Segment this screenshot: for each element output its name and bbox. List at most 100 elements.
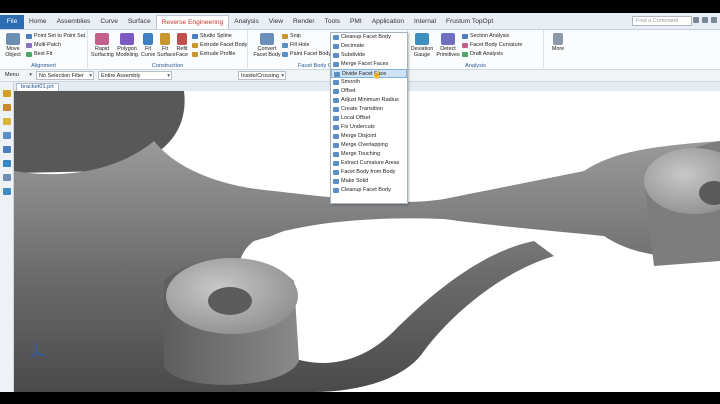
tab-analysis[interactable]: Analysis [229,15,264,29]
analysis-group-label: Analysis [465,63,486,69]
tab-render[interactable]: Render [288,15,320,29]
roles-icon[interactable] [3,188,11,195]
transition-icon [333,107,339,112]
menu-item-merge-touching[interactable]: Merge Touching [331,150,407,159]
draft-analysis-icon [462,51,468,57]
tab-internal[interactable]: Internal [409,15,441,29]
tab-home[interactable]: Home [24,15,52,29]
menu-item-divide-facet-face[interactable]: Divide Facet Face ☝ [331,69,407,79]
studio-spline-button[interactable]: Studio Spline [192,33,232,39]
polygon-modeling-button[interactable]: Polygon Modeling [115,33,139,58]
tab-frustum-topopt[interactable]: Frustum TopOpt [441,15,498,29]
letterbox-bottom [0,392,720,404]
curvature-areas-icon [333,161,339,166]
more-button[interactable]: More [548,33,568,52]
menu-item-cleanup-facet-body-2[interactable]: Cleanup Facet Body [331,186,407,195]
section-analysis-icon [462,33,468,39]
rapid-surfacing-icon [95,33,109,45]
tab-file[interactable]: File [0,15,24,29]
fill-hole-button[interactable]: Fill Hole [282,42,309,48]
menu-item-subdivide[interactable]: Subdivide [331,51,407,60]
best-fit-button[interactable]: Best Fit [26,51,52,57]
multi-patch-icon [26,42,32,48]
menu-item-label: Smooth [341,79,360,85]
hd3d-tools-icon[interactable] [3,146,11,153]
help-icon[interactable] [693,17,699,23]
web-browser-icon[interactable] [3,160,11,167]
refit-face-icon [177,33,187,45]
extrude-profile-button[interactable]: Extrude Profile [192,51,235,57]
move-object-icon [6,33,20,45]
multi-patch-button[interactable]: Multi-Patch [26,42,61,48]
fit-curve-button[interactable]: Fit Curve [141,33,155,58]
menu-item-create-transition[interactable]: Create Transition [331,105,407,114]
convert-facet-body-button[interactable]: Convert Facet Body [252,33,282,58]
merge-touching-icon [333,152,339,157]
tab-pmi[interactable]: PMI [345,15,367,29]
find-command-input[interactable]: Find a Command [632,16,692,26]
facet-body-ops-dropdown: Cleanup Facet Body Decimate Subdivide Me… [330,32,408,204]
lower-left-hole [208,287,252,315]
move-object-button[interactable]: Move Object [2,33,24,58]
menu-item-merge-facet-faces[interactable]: Merge Facet Faces [331,60,407,69]
menu-item-cleanup-facet-body[interactable]: Cleanup Facet Body [331,33,407,42]
merge-overlapping-icon [333,143,339,148]
snip-button[interactable]: Snip [282,33,301,39]
tab-reverse-engineering[interactable]: Reverse Engineering [155,15,230,29]
part-navigator-icon[interactable] [3,118,11,125]
tab-tools[interactable]: Tools [320,15,345,29]
window-controls [693,17,717,23]
refit-face-label: Refit Face [176,46,188,58]
menu-item-decimate[interactable]: Decimate [331,42,407,51]
tab-curve[interactable]: Curve [95,15,123,29]
deviation-gauge-button[interactable]: Deviation Gauge [410,33,434,58]
reuse-library-icon[interactable] [3,132,11,139]
draft-analysis-button[interactable]: Draft Analysis [462,51,503,57]
menu-item-label: Make Solid [341,178,369,184]
fix-undercuts-icon [333,125,339,130]
history-icon[interactable] [3,174,11,181]
menu-item-smooth[interactable]: Smooth [331,78,407,87]
tab-surface[interactable]: Surface [123,15,156,29]
selection-mode-select[interactable]: Inside/Crossing [238,71,286,80]
menu-item-make-solid[interactable]: Make Solid [331,177,407,186]
best-fit-icon [26,51,32,57]
tab-view[interactable]: View [264,15,288,29]
menu-item-extract-curvature-areas[interactable]: Extract Curvature Areas [331,159,407,168]
menu-item-fix-undercuts[interactable]: Fix Undercuts [331,123,407,132]
file-tab-bracket01[interactable]: bracket01.prt [16,83,59,91]
polygon-modeling-icon [120,33,134,45]
close-icon[interactable] [711,17,717,23]
menu-item-facet-body-from-body[interactable]: Facet Body from Body [331,168,407,177]
polygon-modeling-label: Polygon Modeling [116,46,138,58]
decimate-icon [333,44,339,49]
fit-surface-button[interactable]: Fit Surface [157,33,176,58]
facet-body-curvature-button[interactable]: Facet Body Curvature [462,42,522,48]
tab-application[interactable]: Application [367,15,409,29]
menu-item-local-offset[interactable]: Local Offset [331,114,407,123]
minimize-icon[interactable] [702,17,708,23]
menu-item-merge-disjoint[interactable]: Merge Disjoint [331,132,407,141]
group-alignment: Move Object Point Set to Point Set Multi… [0,30,88,70]
selection-filter-select[interactable]: No Selection Filter [36,71,94,80]
extrude-profile-icon [192,51,198,57]
menu-item-merge-overlapping[interactable]: Merge Overlapping [331,141,407,150]
assembly-navigator-icon[interactable] [3,90,11,97]
refit-face-button[interactable]: Refit Face [175,33,189,58]
point-set-button[interactable]: Point Set to Point Set [26,33,85,39]
selection-scope-select[interactable]: Entire Assembly [98,71,172,80]
rapid-surfacing-button[interactable]: Rapid Surfacing [91,33,114,58]
section-analysis-button[interactable]: Section Analysis [462,33,509,39]
detect-primitives-button[interactable]: Detect Primitives [436,33,460,58]
extrude-facet-body-button[interactable]: Extrude Facet Body [192,42,247,48]
paint-facet-body-button[interactable]: Paint Facet Body [282,51,331,57]
menu-item-offset[interactable]: Offset [331,87,407,96]
menu-button[interactable]: Menu [3,71,33,80]
constraint-navigator-icon[interactable] [3,104,11,111]
more-label: More [551,46,565,52]
alignment-group-label: Alignment [31,63,56,69]
paint-facet-body-icon [282,51,288,57]
tab-assemblies[interactable]: Assemblies [52,15,96,29]
menu-item-adjust-minimum-radius[interactable]: Adjust Minimum Radius [331,96,407,105]
more-icon [553,33,563,45]
